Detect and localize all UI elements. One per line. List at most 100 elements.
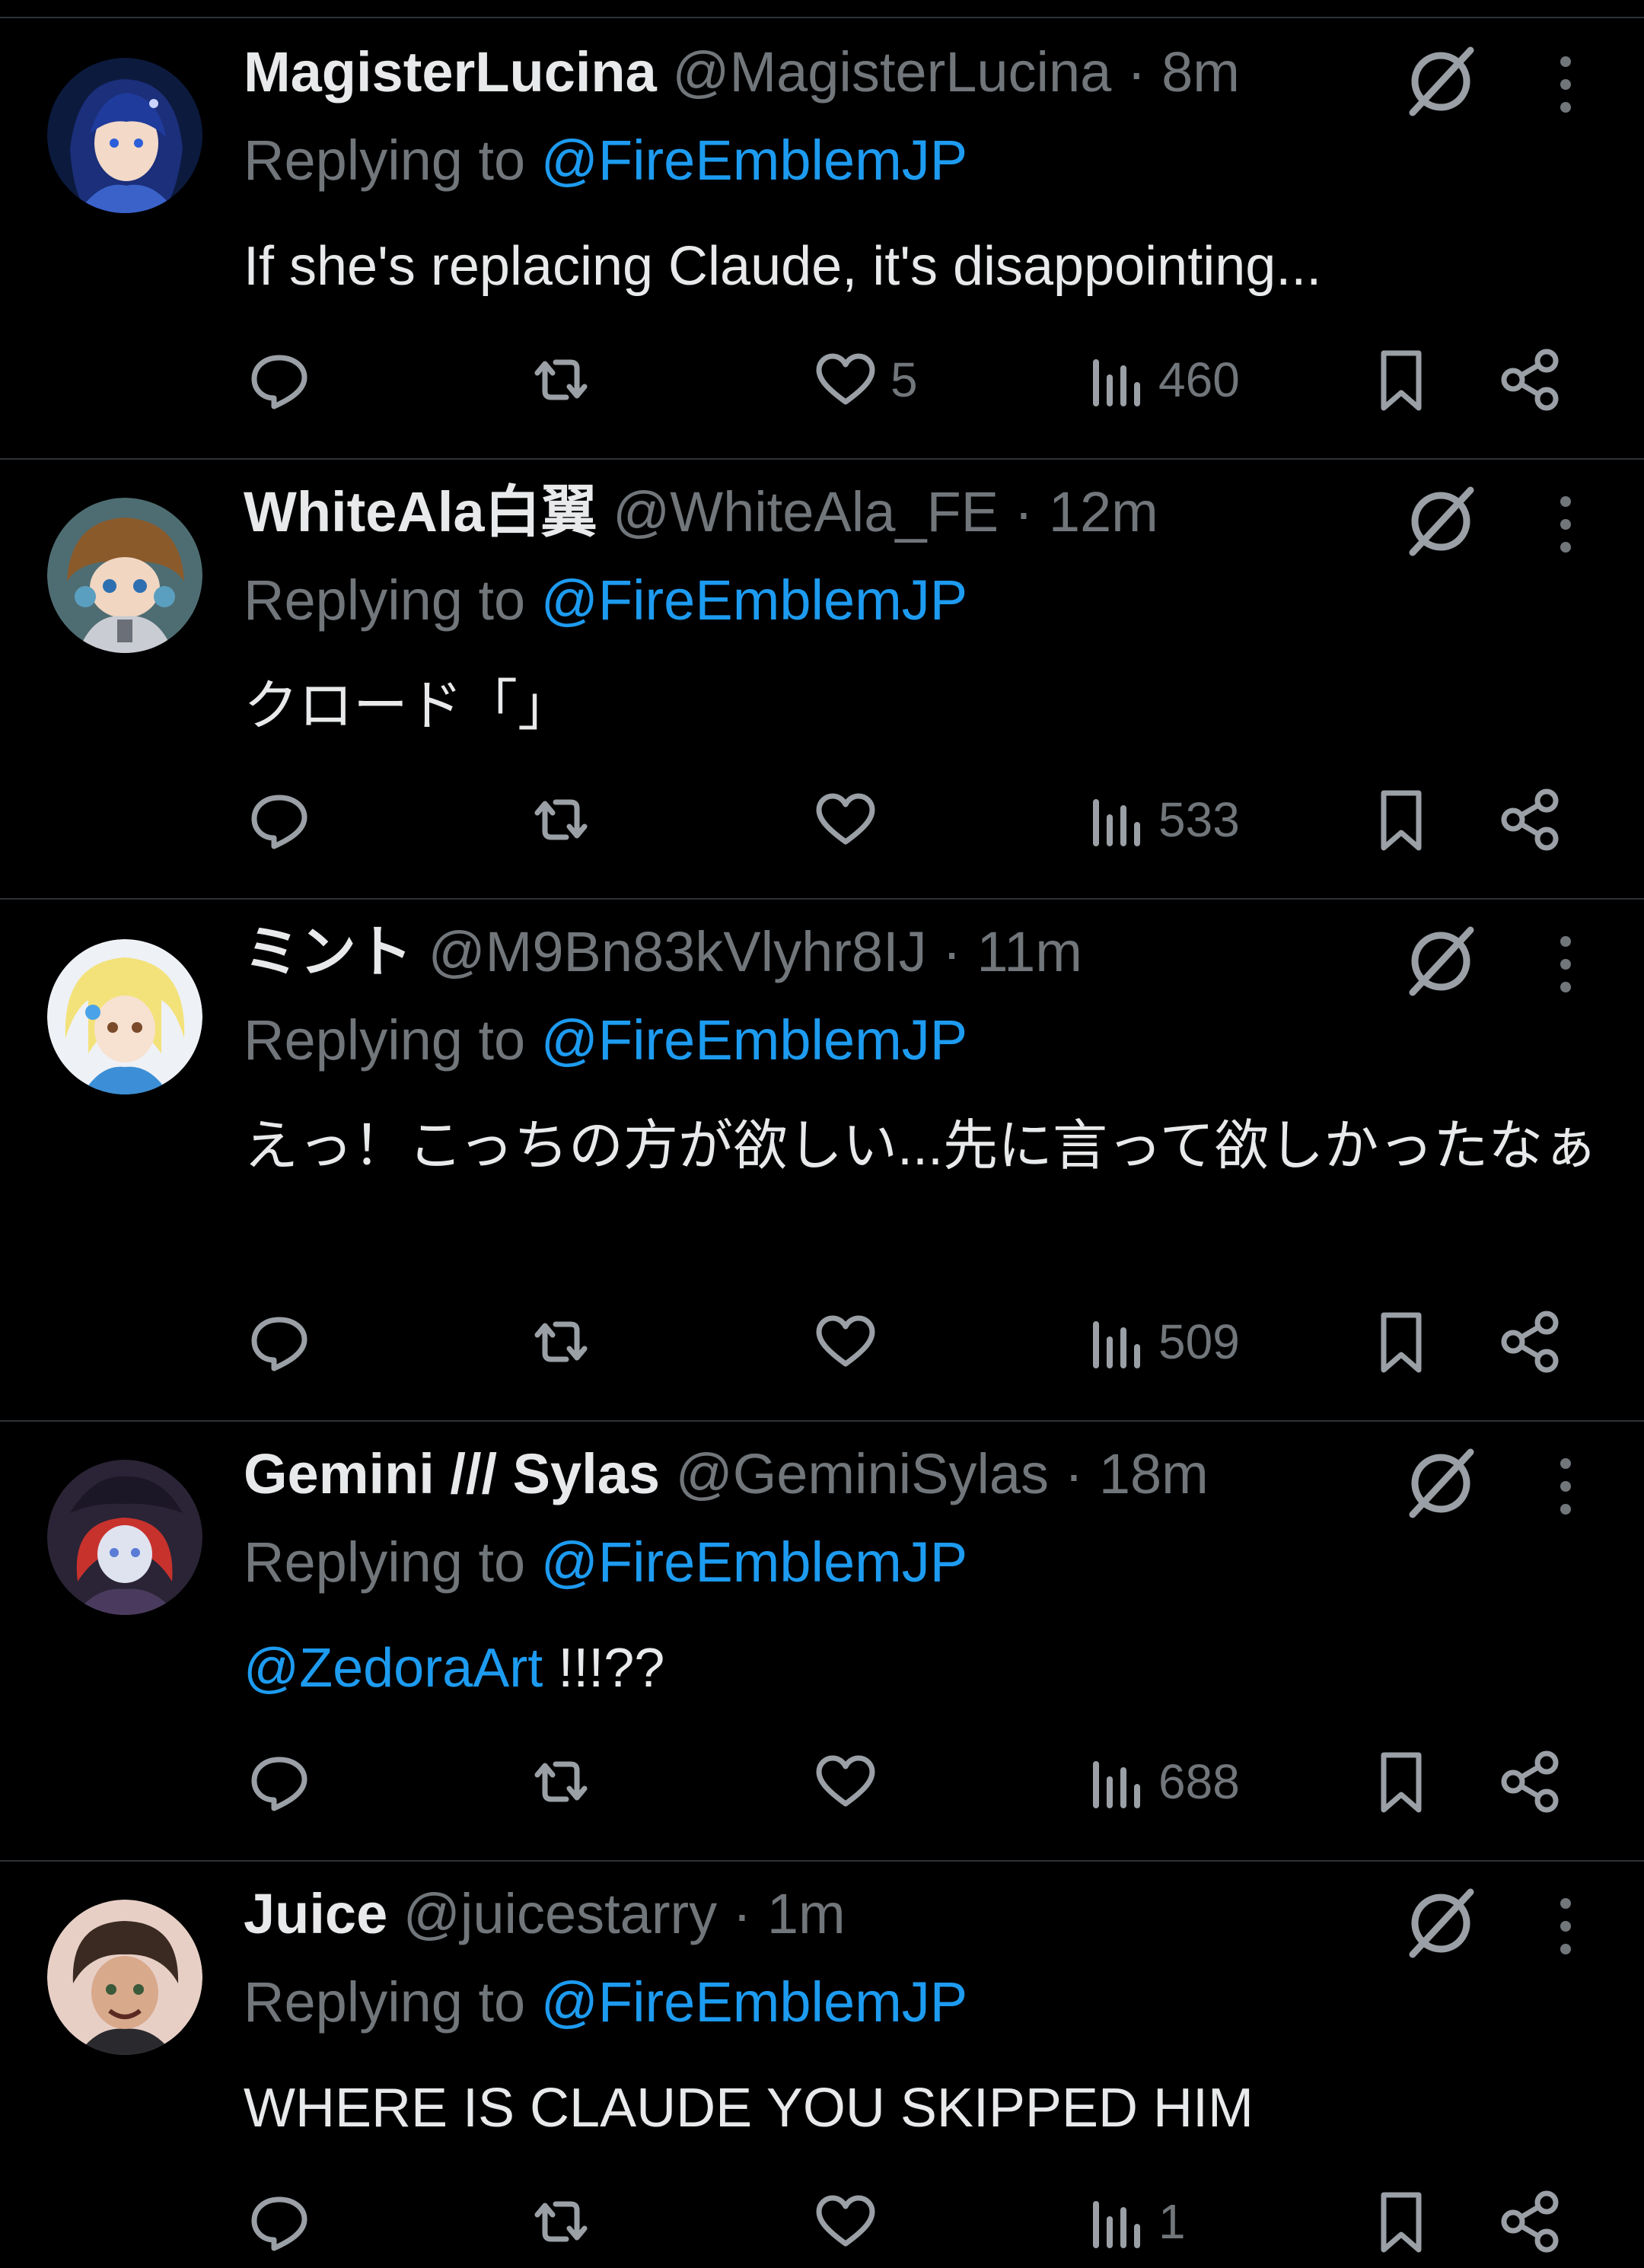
repost-button[interactable]: [527, 1300, 595, 1384]
repost-button[interactable]: [527, 338, 595, 422]
grok-icon[interactable]: [1399, 1441, 1483, 1525]
views-icon: [1093, 1321, 1140, 1368]
repost-button[interactable]: [527, 1740, 595, 1824]
view-count: 509: [1158, 1314, 1240, 1369]
grok-icon[interactable]: [1399, 1881, 1483, 1965]
share-button[interactable]: [1496, 1740, 1565, 1824]
reply-mention-link[interactable]: @FireEmblemJP: [541, 129, 967, 192]
more-options-icon[interactable]: [1545, 1884, 1586, 1968]
reply-icon: [251, 795, 307, 849]
bookmark-icon: [1381, 1752, 1422, 1813]
reply-tweet[interactable]: Juice @juicestarry · 1m Replying to @Fir…: [0, 1862, 1644, 2268]
user-handle[interactable]: @WhiteAla_FE: [613, 480, 999, 543]
reply-tweet[interactable]: MagisterLucina @MagisterLucina · 8m Repl…: [0, 18, 1644, 460]
views-icon: [1093, 359, 1140, 406]
views-button[interactable]: 533: [1087, 778, 1240, 862]
grok-icon[interactable]: [1399, 919, 1483, 1003]
tweet-text: えっ！こっちの方が欲しい...先に言って欲しかったなぁ: [244, 1104, 1614, 1189]
reply-mention-link[interactable]: @FireEmblemJP: [541, 1008, 967, 1072]
tweet-text: @ZedoraArt !!!??: [244, 1626, 1598, 1711]
display-name[interactable]: WhiteAla白翼: [244, 480, 597, 543]
more-options-icon[interactable]: [1545, 1445, 1586, 1528]
bookmark-button[interactable]: [1367, 1300, 1435, 1384]
repost-icon: [534, 2201, 588, 2242]
grok-icon[interactable]: [1399, 40, 1483, 123]
tweet-header: Gemini /// Sylas @GeminiSylas · 18m: [244, 1440, 1209, 1508]
views-button[interactable]: 460: [1087, 338, 1240, 422]
bookmark-button[interactable]: [1367, 778, 1435, 862]
share-button[interactable]: [1496, 338, 1565, 422]
views-button[interactable]: 1: [1087, 2180, 1186, 2263]
action-bar: 1: [0, 2180, 1644, 2263]
repost-icon: [534, 799, 588, 840]
repost-button[interactable]: [527, 778, 595, 862]
views-button[interactable]: 509: [1087, 1300, 1240, 1384]
replying-to-label: Replying to: [244, 129, 526, 192]
tweet-text: クロード「」: [244, 664, 1598, 749]
tweet-header: MagisterLucina @MagisterLucina · 8m: [244, 38, 1240, 107]
display-name[interactable]: Juice: [244, 1882, 387, 1945]
reply-button[interactable]: [245, 338, 314, 422]
avatar[interactable]: [47, 58, 202, 213]
text-mention-link[interactable]: @ZedoraArt: [244, 1638, 543, 1699]
timestamp[interactable]: 18m: [1099, 1442, 1209, 1505]
reply-tweet[interactable]: Gemini /// Sylas @GeminiSylas · 18m Repl…: [0, 1422, 1644, 1862]
display-name[interactable]: ミント: [244, 920, 413, 983]
user-handle[interactable]: @GeminiSylas: [676, 1442, 1049, 1505]
heart-icon: [816, 353, 875, 405]
repost-button[interactable]: [527, 2180, 595, 2263]
avatar[interactable]: [47, 1460, 202, 1615]
heart-icon: [816, 793, 875, 845]
more-options-icon[interactable]: [1545, 922, 1586, 1006]
view-count: 688: [1158, 1754, 1240, 1809]
share-button[interactable]: [1496, 1300, 1565, 1384]
share-button[interactable]: [1496, 2180, 1565, 2263]
share-icon: [1501, 788, 1559, 851]
heart-icon: [816, 2195, 875, 2247]
bookmark-button[interactable]: [1367, 338, 1435, 422]
like-button[interactable]: [811, 1300, 890, 1384]
reply-mention-link[interactable]: @FireEmblemJP: [541, 1970, 967, 2034]
tweet-text: WHERE IS CLAUDE YOU SKIPPED HIM: [244, 2066, 1598, 2151]
avatar[interactable]: [47, 939, 202, 1094]
more-options-icon[interactable]: [1545, 43, 1586, 126]
user-handle[interactable]: @juicestarry: [403, 1882, 717, 1945]
timestamp[interactable]: 12m: [1049, 480, 1158, 543]
reply-tweet[interactable]: ミント @M9Bn83kVlyhr8IJ · 11m Replying to @…: [0, 900, 1644, 1422]
grok-icon[interactable]: [1399, 479, 1483, 563]
bookmark-button[interactable]: [1367, 2180, 1435, 2263]
separator: ·: [1014, 480, 1034, 543]
avatar[interactable]: [47, 498, 202, 653]
reply-button[interactable]: [245, 2180, 314, 2263]
repost-icon: [534, 1761, 588, 1802]
share-icon: [1501, 349, 1559, 411]
more-options-icon[interactable]: [1545, 483, 1586, 566]
like-button[interactable]: [811, 2180, 890, 2263]
views-icon: [1093, 799, 1140, 846]
user-handle[interactable]: @MagisterLucina: [672, 40, 1111, 104]
bookmark-button[interactable]: [1367, 1740, 1435, 1824]
like-button[interactable]: [811, 1740, 890, 1824]
views-button[interactable]: 688: [1087, 1740, 1240, 1824]
reply-button[interactable]: [245, 778, 314, 862]
tweet-header: Juice @juicestarry · 1m: [244, 1880, 846, 1948]
tweet-text-body: !!!??: [543, 1638, 665, 1699]
share-button[interactable]: [1496, 778, 1565, 862]
reply-tweet[interactable]: WhiteAla白翼 @WhiteAla_FE · 12m Replying t…: [0, 460, 1644, 900]
timestamp[interactable]: 1m: [767, 1882, 846, 1945]
reply-mention-link[interactable]: @FireEmblemJP: [541, 569, 967, 632]
like-button[interactable]: 5: [811, 338, 918, 422]
reply-mention-link[interactable]: @FireEmblemJP: [541, 1531, 967, 1594]
display-name[interactable]: Gemini /// Sylas: [244, 1442, 660, 1505]
user-handle[interactable]: @M9Bn83kVlyhr8IJ: [429, 920, 927, 983]
avatar[interactable]: [47, 1900, 202, 2055]
timestamp[interactable]: 11m: [977, 920, 1082, 983]
reply-button[interactable]: [245, 1740, 314, 1824]
like-button[interactable]: [811, 778, 890, 862]
display-name[interactable]: MagisterLucina: [244, 40, 657, 104]
view-count: 533: [1158, 792, 1240, 847]
reply-icon: [251, 2196, 307, 2251]
replying-to: Replying to @FireEmblemJP: [244, 566, 967, 635]
reply-button[interactable]: [245, 1300, 314, 1384]
timestamp[interactable]: 8m: [1161, 40, 1240, 104]
